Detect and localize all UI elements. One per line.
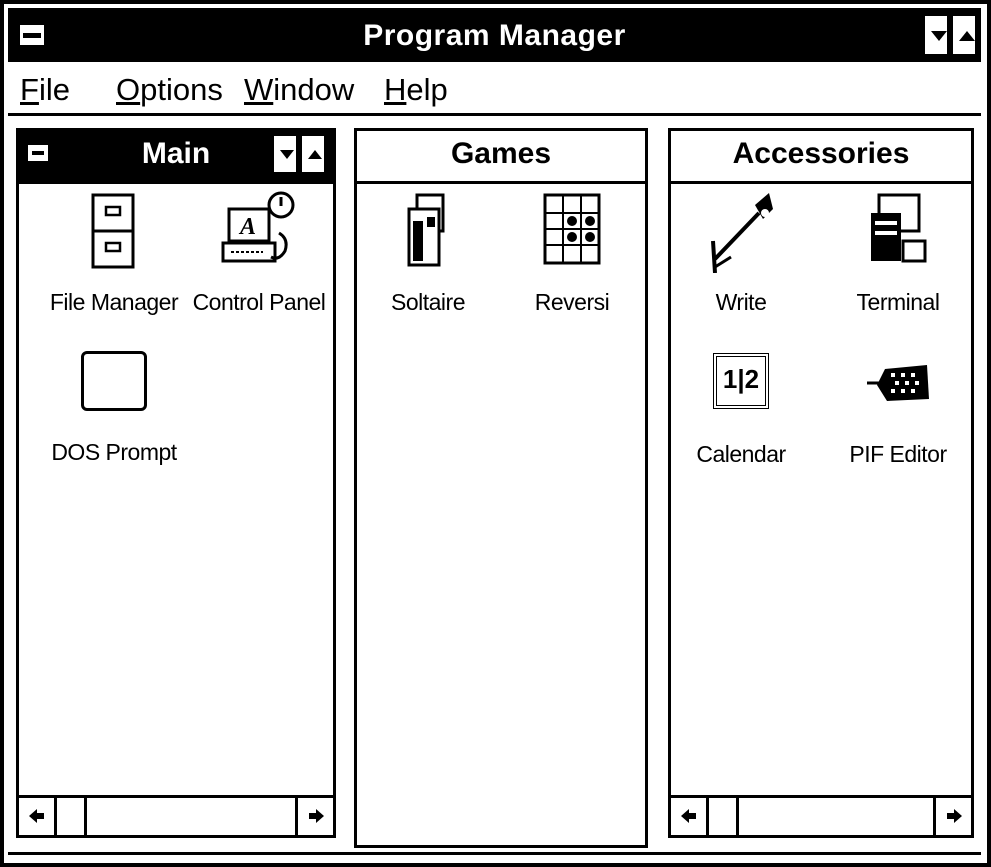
main-minimize-arrow-icon bbox=[280, 150, 294, 159]
games-title-bar[interactable]: Games bbox=[357, 131, 645, 184]
svg-text:A: A bbox=[238, 214, 256, 240]
write-label: Write bbox=[715, 289, 767, 315]
icon-pif-editor[interactable]: PIF Editor bbox=[823, 349, 973, 479]
file-cabinet-icon bbox=[91, 193, 135, 269]
main-title-bar[interactable]: Main bbox=[19, 131, 333, 184]
menu-file[interactable]: File bbox=[20, 72, 70, 108]
games-title: Games bbox=[450, 137, 552, 170]
accessories-title: Accessories bbox=[732, 137, 910, 170]
menu-window[interactable]: Window bbox=[244, 72, 354, 108]
window-title: Program Manager bbox=[363, 19, 626, 52]
dos-prompt-label: DOS Prompt bbox=[51, 439, 177, 465]
terminal-icon bbox=[871, 193, 927, 263]
menu-options[interactable]: Options bbox=[116, 72, 223, 108]
minimize-arrow-icon bbox=[931, 31, 947, 41]
main-maximize-arrow-icon bbox=[308, 150, 322, 159]
menu-bar: File Options Window Help bbox=[8, 64, 981, 116]
maximize-arrow-icon bbox=[959, 31, 975, 41]
control-panel-icon: A bbox=[221, 191, 295, 263]
scroll-right-arrow-icon bbox=[309, 809, 324, 823]
minimize-button[interactable] bbox=[922, 13, 950, 57]
main-minimize-button[interactable] bbox=[271, 133, 299, 175]
playing-cards-icon bbox=[407, 193, 445, 267]
main-scroll-right-button[interactable] bbox=[295, 798, 333, 835]
icon-solitaire[interactable]: Soltaire bbox=[363, 189, 493, 319]
solitaire-label: Soltaire bbox=[391, 289, 465, 315]
accessories-horizontal-scrollbar[interactable] bbox=[671, 795, 971, 835]
reversi-label: Reversi bbox=[534, 289, 610, 315]
icon-reversi[interactable]: Reversi bbox=[507, 189, 637, 319]
icon-control-panel[interactable]: A Control Panel bbox=[184, 189, 334, 319]
scroll-left-arrow-icon bbox=[681, 809, 696, 823]
terminal-label: Terminal bbox=[856, 289, 940, 315]
file-manager-label: File Manager bbox=[49, 289, 179, 315]
title-bar[interactable]: Program Manager bbox=[8, 8, 981, 62]
group-window-accessories[interactable]: Accessories Write Terminal 1|2 Calendar bbox=[668, 128, 974, 838]
icon-calendar[interactable]: 1|2 Calendar bbox=[671, 349, 811, 479]
accessories-scroll-thumb[interactable] bbox=[709, 798, 739, 835]
main-maximize-button[interactable] bbox=[299, 133, 327, 175]
window-bottom-border bbox=[8, 852, 981, 855]
main-scroll-left-button[interactable] bbox=[19, 798, 57, 835]
group-window-games[interactable]: Games Soltaire Reversi bbox=[354, 128, 648, 848]
dos-prompt-icon bbox=[81, 351, 147, 411]
accessories-scroll-left-button[interactable] bbox=[671, 798, 709, 835]
accessories-title-bar[interactable]: Accessories bbox=[671, 131, 971, 184]
pif-tag-icon bbox=[867, 365, 929, 401]
menu-help[interactable]: Help bbox=[384, 72, 448, 108]
main-scroll-thumb[interactable] bbox=[57, 798, 87, 835]
scroll-left-arrow-icon bbox=[29, 809, 44, 823]
main-horizontal-scrollbar[interactable] bbox=[19, 795, 333, 835]
scroll-right-arrow-icon bbox=[947, 809, 962, 823]
reversi-board-icon bbox=[543, 193, 601, 265]
pif-editor-label: PIF Editor bbox=[849, 441, 947, 467]
icon-dos-prompt[interactable]: DOS Prompt bbox=[39, 349, 189, 479]
fountain-pen-icon bbox=[711, 193, 773, 273]
icon-file-manager[interactable]: File Manager bbox=[39, 189, 189, 319]
accessories-scroll-right-button[interactable] bbox=[933, 798, 971, 835]
control-panel-label: Control Panel bbox=[192, 289, 326, 315]
maximize-button[interactable] bbox=[950, 13, 978, 57]
icon-write[interactable]: Write bbox=[671, 189, 811, 319]
calendar-icon-text: 1|2 bbox=[722, 364, 760, 394]
calendar-icon: 1|2 bbox=[713, 353, 769, 409]
calendar-label: Calendar bbox=[696, 441, 786, 467]
group-window-main[interactable]: Main File Manager A Control Panel DOS Pr… bbox=[16, 128, 336, 838]
icon-terminal[interactable]: Terminal bbox=[823, 189, 973, 319]
